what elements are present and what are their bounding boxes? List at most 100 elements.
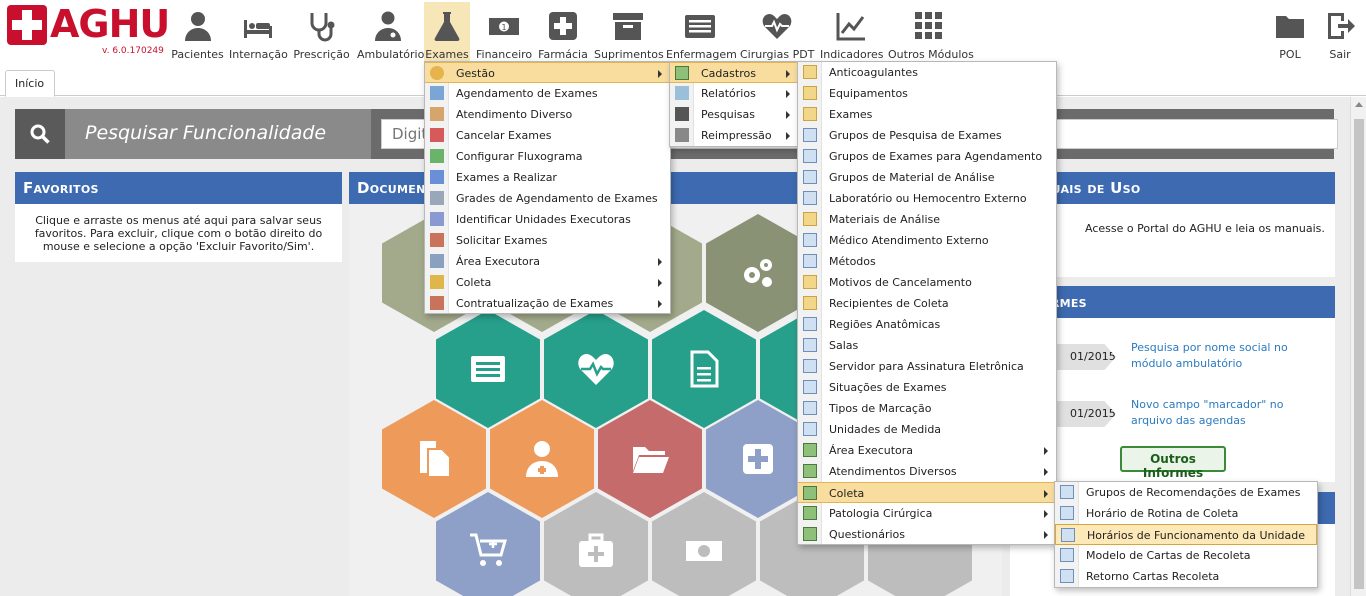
module-internacao[interactable]: Internação <box>229 10 288 62</box>
aghu-logo[interactable]: AGHU v. 6.0.170249 <box>6 2 170 58</box>
menu-item-label: Agendamento de Exames <box>456 87 598 100</box>
menu-item-identificar-unidades[interactable]: Identificar Unidades Executoras <box>425 209 670 230</box>
menu-item-label: Horários de Funcionamento da Unidade <box>1087 529 1306 542</box>
menu-item-contratualizacao[interactable]: Contratualização de Exames <box>425 293 670 314</box>
form-icon <box>1060 569 1074 583</box>
module-prescricao[interactable]: Prescrição <box>293 10 350 62</box>
menu-item-label: Situações de Exames <box>829 381 947 394</box>
factory-icon <box>430 296 444 310</box>
menu-item-salas[interactable]: Salas <box>798 335 1056 356</box>
line-chart-icon <box>836 13 865 41</box>
menu-item-gestao[interactable]: Gestão <box>425 62 670 83</box>
menu-item-equipamentos[interactable]: Equipamentos <box>798 83 1056 104</box>
archive-icon <box>612 13 643 40</box>
module-suprimentos[interactable]: Suprimentos <box>594 10 664 62</box>
copy-icon <box>420 441 451 478</box>
module-indicadores[interactable]: Indicadores <box>820 10 884 62</box>
module-farmacia[interactable]: Farmácia <box>538 10 588 62</box>
menu-item-cadastros[interactable]: Cadastros <box>670 62 798 83</box>
module-label: Prescrição <box>293 48 350 61</box>
informe-link[interactable]: Pesquisa por nome social no módulo ambul… <box>1131 340 1326 372</box>
menu-item-exames[interactable]: Exames <box>798 104 1056 125</box>
module-pacientes[interactable]: Pacientes <box>170 10 225 62</box>
menu-item-coleta[interactable]: Coleta <box>425 272 670 293</box>
menu-item-grupos-agendamento[interactable]: Grupos de Exames para Agendamento <box>798 146 1056 167</box>
menu-item-grades-agendamento[interactable]: Grades de Agendamento de Exames <box>425 188 670 209</box>
menu-item-solicitar-exames[interactable]: Solicitar Exames <box>425 230 670 251</box>
menu-item-recipientes-coleta[interactable]: Recipientes de Coleta <box>798 293 1056 314</box>
informe-item[interactable]: 01/2015 Pesquisa por nome social no módu… <box>1010 340 1335 380</box>
grid-icon <box>915 12 942 39</box>
search-icon <box>30 124 50 144</box>
scrollbar-thumb[interactable] <box>1354 119 1364 589</box>
report-icon <box>675 86 689 100</box>
menu-item-atendimentos-diversos[interactable]: Atendimentos Diversos <box>798 461 1056 482</box>
menu-item-regioes-anatomicas[interactable]: Regiões Anatômicas <box>798 314 1056 335</box>
menu-item-patologia-cirurgica[interactable]: Patologia Cirúrgica <box>798 503 1056 524</box>
menu-item-laboratorio-externo[interactable]: Laboratório ou Hemocentro Externo <box>798 188 1056 209</box>
pol-button[interactable]: POL <box>1270 10 1310 62</box>
menu-item-label: Gestão <box>456 67 495 80</box>
menu-item-grupos-material[interactable]: Grupos de Material de Análise <box>798 167 1056 188</box>
menu-item-tipos-marcacao[interactable]: Tipos de Marcação <box>798 398 1056 419</box>
menu-item-horarios-funcionamento[interactable]: Horários de Funcionamento da Unidade <box>1055 524 1317 545</box>
menu-item-label: Médico Atendimento Externo <box>829 234 989 247</box>
submenu-arrow-icon <box>658 258 662 266</box>
module-label: Enfermagem <box>666 48 737 61</box>
menu-item-retorno-cartas[interactable]: Retorno Cartas Recoleta <box>1055 566 1317 587</box>
submenu-arrow-icon <box>1044 490 1048 498</box>
menu-item-situacoes-exames[interactable]: Situações de Exames <box>798 377 1056 398</box>
menu-item-unidades-medida[interactable]: Unidades de Medida <box>798 419 1056 440</box>
menu-item-cancelar-exames[interactable]: Cancelar Exames <box>425 125 670 146</box>
document-icon <box>430 254 444 268</box>
menu-item-area-executora[interactable]: Área Executora <box>425 251 670 272</box>
menu-item-servidor-assinatura[interactable]: Servidor para Assinatura Eletrônica <box>798 356 1056 377</box>
module-financeiro[interactable]: 1 Financeiro <box>476 10 532 62</box>
module-cirurgias-pdt[interactable]: Cirurgias PDT <box>740 10 814 62</box>
module-outros-modulos[interactable]: Outros Módulos <box>888 10 974 62</box>
menu-item-questionarios[interactable]: Questionários <box>798 524 1056 545</box>
heartbeat-icon <box>762 14 791 39</box>
hex-tile-settings[interactable] <box>706 214 810 332</box>
menu-item-horario-rotina[interactable]: Horário de Rotina de Coleta <box>1055 503 1317 524</box>
menu-item-exames-a-realizar[interactable]: Exames a Realizar <box>425 167 670 188</box>
menu-item-pesquisas[interactable]: Pesquisas <box>670 104 798 125</box>
menu-item-motivos-cancelamento[interactable]: Motivos de Cancelamento <box>798 272 1056 293</box>
menu-item-label: Configurar Fluxograma <box>456 150 583 163</box>
module-exames[interactable]: Exames <box>424 2 470 62</box>
outros-informes-button[interactable]: Outros Informes <box>1120 446 1226 480</box>
scroll-up-icon[interactable] <box>1355 102 1363 107</box>
menu-item-reimpressao[interactable]: Reimpressão <box>670 125 798 146</box>
tab-inicio[interactable]: Início <box>5 70 55 97</box>
menu-item-atendimento-diverso[interactable]: Atendimento Diverso <box>425 104 670 125</box>
exit-icon <box>1328 13 1355 39</box>
menu-item-grupos-recomendacoes[interactable]: Grupos de Recomendações de Exames <box>1055 482 1317 503</box>
menu-item-area-executora[interactable]: Área Executora <box>798 440 1056 461</box>
menu-item-label: Atendimentos Diversos <box>829 465 957 478</box>
menu-item-anticoagulantes[interactable]: Anticoagulantes <box>798 62 1056 83</box>
menu-item-coleta[interactable]: Coleta <box>798 482 1056 503</box>
menu-item-grupos-pesquisa[interactable]: Grupos de Pesquisa de Exames <box>798 125 1056 146</box>
submenu-arrow-icon <box>658 279 662 287</box>
menu-item-configurar-fluxograma[interactable]: Configurar Fluxograma <box>425 146 670 167</box>
menu-item-agendamento-exames[interactable]: Agendamento de Exames <box>425 83 670 104</box>
heartbeat-icon <box>578 354 614 385</box>
menu-item-medico-externo[interactable]: Médico Atendimento Externo <box>798 230 1056 251</box>
list-card-icon <box>685 15 715 38</box>
module-ambulatorio[interactable]: Ambulatório <box>357 10 424 62</box>
sair-button[interactable]: Sair <box>1320 10 1360 62</box>
menu-item-modelo-cartas[interactable]: Modelo de Cartas de Recoleta <box>1055 545 1317 566</box>
menu-item-relatorios[interactable]: Relatórios <box>670 83 798 104</box>
menu-item-label: Grades de Agendamento de Exames <box>456 192 658 205</box>
menu-item-metodos[interactable]: Métodos <box>798 251 1056 272</box>
vertical-scrollbar[interactable] <box>1350 97 1366 596</box>
menu-item-label: Contratualização de Exames <box>456 297 614 310</box>
menu-item-materiais-analise[interactable]: Materiais de Análise <box>798 209 1056 230</box>
form-icon <box>803 86 817 100</box>
manuais-text[interactable]: Acesse o Portal do AGHU e leia os manuai… <box>1010 204 1335 235</box>
top-navigation-bar: AGHU v. 6.0.170249 Pacientes Internação … <box>0 0 1366 64</box>
module-enfermagem[interactable]: Enfermagem <box>666 10 737 62</box>
informe-link[interactable]: Novo campo "marcador" no arquivo das age… <box>1131 397 1326 429</box>
informe-item[interactable]: 01/2015 Novo campo "marcador" no arquivo… <box>1010 397 1335 437</box>
search-button[interactable] <box>15 109 65 159</box>
